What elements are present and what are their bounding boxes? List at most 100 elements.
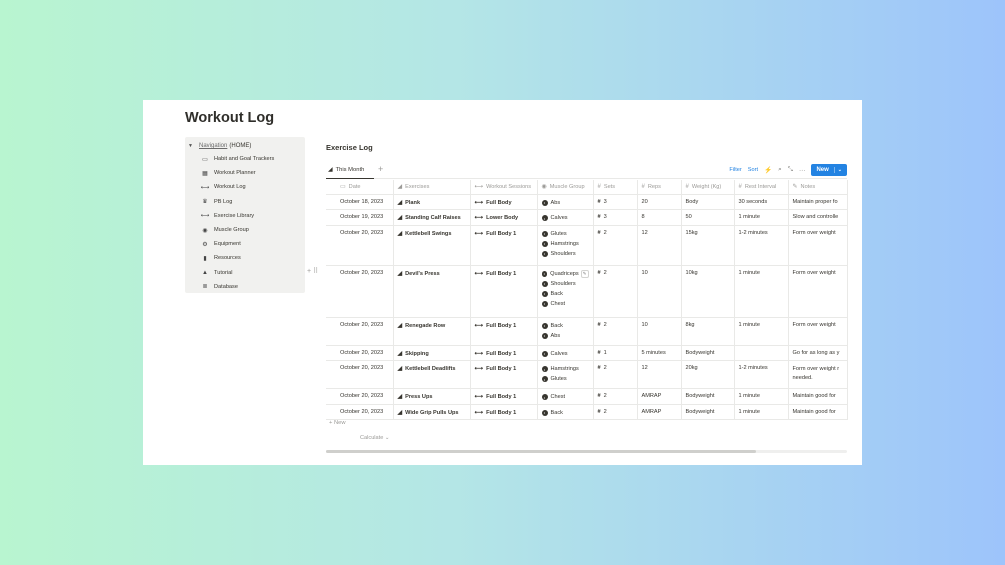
sets-cell[interactable]: #2 — [593, 404, 638, 420]
column-header-sets[interactable]: # Sets — [593, 180, 638, 195]
more-icon[interactable]: ··· — [799, 167, 806, 174]
sidebar-item-habit-and-goal-trackers[interactable]: ▭ Habit and Goal Trackers — [188, 152, 305, 166]
notes-cell[interactable]: Slow and controlle — [788, 209, 848, 226]
column-header-reps[interactable]: # Reps — [637, 180, 682, 195]
muscle-group-cell[interactable]: • Calves — [537, 209, 594, 226]
date-cell[interactable]: October 20, 2023 — [326, 317, 394, 346]
muscle-group-cell[interactable]: • Back — [537, 404, 594, 420]
session-cell[interactable]: ⟷ Full Body 1 — [470, 404, 538, 420]
exercise-cell[interactable]: ◢ Kettlebell Swings — [393, 225, 471, 266]
edit-icon[interactable]: ✎ — [580, 269, 589, 278]
reps-cell[interactable]: 10 — [637, 317, 682, 346]
table-row[interactable]: October 18, 2023 ◢ Plank ⟷ Full Body • Abs #3 20… — [326, 194, 848, 210]
table-row[interactable]: October 20, 2023 ◢ Wide Grip Pulls Ups ⟷ Ful… — [326, 404, 848, 420]
session-cell[interactable]: ⟷ Full Body 1 — [470, 345, 538, 361]
exercise-cell[interactable]: ◢ Renegade Row — [393, 317, 471, 346]
sets-cell[interactable]: #1 — [593, 345, 638, 361]
muscle-group-cell[interactable]: • Glutes • Hamstrings • Shoulders — [537, 225, 594, 266]
muscle-group-cell[interactable]: • Back • Abs — [537, 317, 594, 346]
sets-cell[interactable]: #2 — [593, 265, 638, 318]
exercise-cell[interactable]: ◢ Standing Calf Raises — [393, 209, 471, 226]
exercise-cell[interactable]: ◢ Plank — [393, 194, 471, 210]
column-header-muscle-group[interactable]: ◉ Muscle Group — [537, 180, 594, 195]
sets-cell[interactable]: #3 — [593, 209, 638, 226]
weight-cell[interactable]: Bodyweight — [681, 404, 735, 420]
exercise-cell[interactable]: ◢ Wide Grip Pulls Ups — [393, 404, 471, 420]
rest-interval-cell[interactable]: 1 minute — [734, 317, 789, 346]
triangle-down-icon[interactable]: ▼ — [188, 143, 194, 149]
table-row[interactable]: October 20, 2023 ◢ Kettlebell Deadlifts ⟷ Fu… — [326, 360, 848, 389]
table-row[interactable]: October 20, 2023 ◢ Press Ups ⟷ Full Body 1 • C… — [326, 388, 848, 405]
table-row[interactable]: October 19, 2023 ◢ Standing Calf Raises ⟷ Lo… — [326, 209, 848, 226]
column-header-date[interactable]: ▭ Date — [326, 180, 394, 195]
notes-cell[interactable]: Maintain good for — [788, 388, 848, 405]
sort-button[interactable]: Sort — [748, 167, 758, 173]
sets-cell[interactable]: #2 — [593, 360, 638, 389]
column-header-rest-interval[interactable]: # Rest Interval — [734, 180, 789, 195]
column-header-exercises[interactable]: ◢ Exercises — [393, 180, 471, 195]
weight-cell[interactable]: 50 — [681, 209, 735, 226]
notes-cell[interactable]: Form over weight — [788, 317, 848, 346]
weight-cell[interactable]: 10kg — [681, 265, 735, 318]
weight-cell[interactable]: 15kg — [681, 225, 735, 266]
sets-cell[interactable]: #2 — [593, 388, 638, 405]
calculate-button[interactable]: Calculate ⌄ — [360, 435, 390, 441]
rest-interval-cell[interactable]: 1 minute — [734, 404, 789, 420]
reps-cell[interactable]: AMRAP — [637, 388, 682, 405]
sidebar-item-muscle-group[interactable]: ◉ Muscle Group — [188, 223, 305, 237]
lightning-icon[interactable]: ⚡ — [764, 166, 772, 174]
rest-interval-cell[interactable]: 1 minute — [734, 209, 789, 226]
add-view-button[interactable]: + — [378, 164, 383, 174]
muscle-group-cell[interactable]: • Quadriceps ✎ • Shoulders • Back • Chest — [537, 265, 594, 318]
muscle-group-cell[interactable]: • Calves — [537, 345, 594, 361]
filter-button[interactable]: Filter — [729, 167, 741, 173]
notes-cell[interactable]: Go for as long as y — [788, 345, 848, 361]
rest-interval-cell[interactable]: 1 minute — [734, 388, 789, 405]
chevron-down-icon[interactable]: ⌄ — [833, 167, 842, 173]
horizontal-scrollbar[interactable] — [326, 450, 847, 453]
column-header-notes[interactable]: ✎ Notes — [788, 180, 848, 195]
date-cell[interactable]: October 20, 2023 — [326, 360, 394, 389]
sidebar-item-workout-log[interactable]: ⟷ Workout Log — [188, 180, 305, 194]
sidebar-item-tutorial[interactable]: ▲ Tutorial — [188, 266, 305, 280]
notes-cell[interactable]: Form over weight — [788, 225, 848, 266]
sets-cell[interactable]: #2 — [593, 225, 638, 266]
date-cell[interactable]: October 20, 2023 — [326, 388, 394, 405]
table-row[interactable]: October 20, 2023 ◢ Devil's Press ⟷ Full Body… — [326, 265, 848, 318]
expand-icon[interactable]: ⤡ — [788, 166, 793, 174]
sidebar-item-workout-planner[interactable]: ▦ Workout Planner — [188, 166, 305, 180]
weight-cell[interactable]: Bodyweight — [681, 345, 735, 361]
tab-this-month[interactable]: ◢ This Month — [328, 166, 364, 174]
new-button[interactable]: New ⌄ — [811, 164, 847, 176]
muscle-group-cell[interactable]: • Hamstrings • Glutes — [537, 360, 594, 389]
reps-cell[interactable]: 5 minutes — [637, 345, 682, 361]
date-cell[interactable]: October 20, 2023 — [326, 225, 394, 266]
sets-cell[interactable]: #3 — [593, 194, 638, 210]
sidebar-item-pb-log[interactable]: ♛ PB Log — [188, 195, 305, 209]
plus-icon[interactable]: + — [307, 268, 311, 275]
rest-interval-cell[interactable]: 1-2 minutes — [734, 360, 789, 389]
drag-handle-icon[interactable]: ⠿ — [313, 268, 318, 275]
reps-cell[interactable]: 8 — [637, 209, 682, 226]
weight-cell[interactable]: 20kg — [681, 360, 735, 389]
navigation-toggle[interactable]: ▼ Navigation (HOME) — [188, 140, 305, 152]
notes-cell[interactable]: Maintain good for — [788, 404, 848, 420]
exercise-cell[interactable]: ◢ Skipping — [393, 345, 471, 361]
rest-interval-cell[interactable]: 30 seconds — [734, 194, 789, 210]
sets-cell[interactable]: #2 — [593, 317, 638, 346]
weight-cell[interactable]: Bodyweight — [681, 388, 735, 405]
notes-cell[interactable]: Form over weight — [788, 265, 848, 318]
notes-cell[interactable]: Form over weight r needed. — [788, 360, 848, 389]
exercise-cell[interactable]: ◢ Press Ups — [393, 388, 471, 405]
exercise-cell[interactable]: ◢ Devil's Press — [393, 265, 471, 318]
sidebar-item-database[interactable]: ≣ Database — [188, 280, 305, 294]
date-cell[interactable]: October 20, 2023 — [326, 345, 394, 361]
weight-cell[interactable]: Body — [681, 194, 735, 210]
table-row[interactable]: October 20, 2023 ◢ Skipping ⟷ Full Body 1 • Ca… — [326, 345, 848, 361]
add-new-row[interactable]: + New — [329, 420, 346, 426]
rest-interval-cell[interactable]: 1-2 minutes — [734, 225, 789, 266]
session-cell[interactable]: ⟷ Full Body 1 — [470, 317, 538, 346]
database-title[interactable]: Exercise Log — [326, 143, 373, 152]
sidebar-item-equipment[interactable]: ⚙ Equipment — [188, 237, 305, 251]
session-cell[interactable]: ⟷ Full Body — [470, 194, 538, 210]
